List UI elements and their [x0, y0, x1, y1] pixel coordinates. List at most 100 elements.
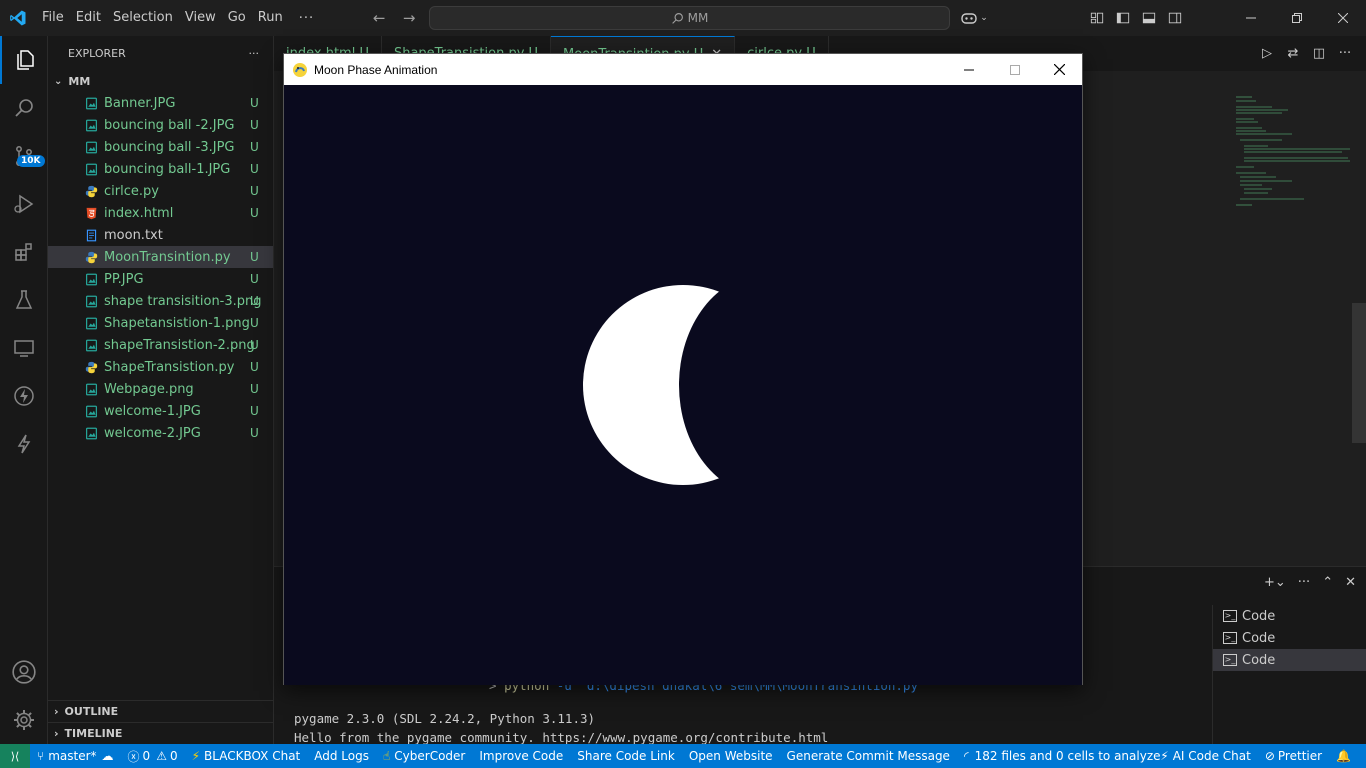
file-item[interactable]: index.html U	[48, 202, 273, 224]
restore-button[interactable]	[1274, 0, 1320, 36]
sync-icon: ☁	[101, 749, 114, 763]
remote-explorer-icon[interactable]	[0, 324, 48, 372]
file-item[interactable]: bouncing ball-1.JPG U	[48, 158, 273, 180]
menu-more[interactable]: ···	[289, 11, 324, 26]
explorer-icon[interactable]	[0, 36, 48, 84]
minimap[interactable]	[1232, 93, 1352, 213]
terminal-tab[interactable]: >_ Code	[1213, 627, 1366, 649]
menu-view[interactable]: View	[179, 0, 222, 36]
settings-gear-icon[interactable]	[0, 696, 48, 744]
outline-section[interactable]: › OUTLINE	[48, 700, 274, 722]
maximize-panel-icon[interactable]: ⌃	[1322, 575, 1333, 590]
menu-file[interactable]: File	[36, 0, 70, 36]
run-debug-icon[interactable]	[0, 180, 48, 228]
split-editor-icon[interactable]: ◫	[1306, 46, 1332, 61]
pygame-close-button[interactable]	[1036, 54, 1082, 85]
explorer-more-button[interactable]: ···	[249, 47, 260, 60]
file-item[interactable]: shape transisition-3.png U	[48, 290, 273, 312]
image-file-icon	[84, 316, 98, 330]
remote-indicator[interactable]: ⟩⟨	[0, 744, 30, 768]
menu-go[interactable]: Go	[222, 0, 252, 36]
file-item[interactable]: MoonTransintion.py U	[48, 246, 273, 268]
analyze-status[interactable]: ◜ 182 files and 0 cells to analyze	[957, 749, 1168, 763]
vscode-logo-icon	[0, 0, 36, 36]
menu-edit[interactable]: Edit	[70, 0, 107, 36]
file-item[interactable]: welcome-1.JPG U	[48, 400, 273, 422]
search-icon[interactable]	[0, 84, 48, 132]
panel-more-icon[interactable]: ···	[1298, 575, 1310, 590]
timeline-section[interactable]: › TIMELINE	[48, 722, 274, 744]
new-terminal-icon[interactable]: +⌄	[1264, 575, 1286, 590]
customize-layout-icon[interactable]	[1084, 0, 1110, 36]
share-code-link[interactable]: Share Code Link	[570, 749, 682, 763]
close-panel-icon[interactable]: ✕	[1345, 575, 1356, 590]
file-item[interactable]: Banner.JPG U	[48, 92, 273, 114]
pygame-maximize-button[interactable]	[992, 54, 1038, 85]
pygame-minimize-button[interactable]	[946, 54, 992, 85]
open-website-label: Open Website	[688, 749, 773, 763]
problems-indicator[interactable]: ⓧ 0 ⚠ 0	[121, 748, 185, 765]
improve-code-label: Improve Code	[479, 749, 564, 763]
copilot-icon[interactable]: ⌄	[954, 0, 994, 36]
menu-run[interactable]: Run	[252, 0, 289, 36]
file-item[interactable]: moon.txt	[48, 224, 273, 246]
ai-code-chat-label: AI Code Chat	[1172, 749, 1251, 763]
python-file-icon	[84, 250, 98, 264]
error-icon: ⓧ	[127, 749, 140, 764]
toggle-secondary-sidebar-icon[interactable]	[1162, 0, 1188, 36]
toggle-sidebar-icon[interactable]	[1110, 0, 1136, 36]
editor-scrollbar[interactable]	[1352, 303, 1366, 443]
html-file-icon	[84, 206, 98, 220]
file-item[interactable]: bouncing ball -3.JPG U	[48, 136, 273, 158]
back-arrow-icon[interactable]: ←	[364, 9, 394, 27]
file-item[interactable]: cirlce.py U	[48, 180, 273, 202]
open-website[interactable]: Open Website	[682, 749, 780, 763]
cybercoder[interactable]: ☝ CyberCoder	[376, 749, 472, 763]
file-name: ShapeTransistion.py	[104, 359, 235, 375]
ai-code-chat[interactable]: ⚡ AI Code Chat	[1153, 749, 1258, 763]
file-item[interactable]: Shapetansistion-1.png U	[48, 312, 273, 334]
command-center-search[interactable]: MM	[429, 6, 950, 30]
terminal-output[interactable]: pygame 2.3.0 (SDL 2.24.2, Python 3.11.3)…	[294, 709, 828, 747]
pygame-canvas[interactable]	[284, 85, 1082, 685]
image-file-icon	[84, 162, 98, 176]
terminal-tab[interactable]: >_ Code	[1213, 605, 1366, 627]
pygame-title-bar[interactable]: Moon Phase Animation	[284, 54, 1082, 85]
prettier-status[interactable]: ⊘ Prettier	[1258, 749, 1329, 763]
compare-changes-icon[interactable]: ⇄	[1280, 46, 1306, 61]
image-file-icon	[84, 338, 98, 352]
branch-indicator[interactable]: ⑂ master* ☁	[30, 749, 121, 763]
testing-flask-icon[interactable]	[0, 276, 48, 324]
terminal-tab[interactable]: >_ Code	[1213, 649, 1366, 671]
notifications-icon[interactable]: 🔔	[1329, 749, 1358, 763]
file-item[interactable]: welcome-2.JPG U	[48, 422, 273, 444]
add-logs[interactable]: Add Logs	[307, 749, 376, 763]
close-button[interactable]	[1320, 0, 1366, 36]
file-name: Banner.JPG	[104, 95, 176, 111]
terminal-list: >_ Code >_ Code >_ Code	[1212, 605, 1366, 745]
improve-code[interactable]: Improve Code	[472, 749, 570, 763]
account-icon[interactable]	[0, 648, 48, 696]
file-item[interactable]: bouncing ball -2.JPG U	[48, 114, 273, 136]
minimize-button[interactable]	[1228, 0, 1274, 36]
file-item[interactable]: shapeTransistion-2.png U	[48, 334, 273, 356]
lightning-icon[interactable]	[0, 372, 48, 420]
folder-mm[interactable]: ⌄ MM	[48, 70, 273, 92]
image-file-icon	[84, 272, 98, 286]
forward-arrow-icon[interactable]: →	[394, 9, 424, 27]
spinner-icon: ◜	[963, 749, 969, 763]
python-file-icon	[84, 184, 98, 198]
file-name: shape transisition-3.png	[104, 293, 262, 309]
file-item[interactable]: Webpage.png U	[48, 378, 273, 400]
file-item[interactable]: PP.JPG U	[48, 268, 273, 290]
blackbox-chat[interactable]: ⚡ BLACKBOX Chat	[185, 749, 308, 763]
generate-commit-message[interactable]: Generate Commit Message	[780, 749, 957, 763]
error-count: 0	[142, 749, 151, 763]
file-item[interactable]: ShapeTransistion.py U	[48, 356, 273, 378]
more-actions-icon[interactable]: ···	[1332, 46, 1358, 61]
flash-icon[interactable]	[0, 420, 48, 468]
run-python-icon[interactable]: ▷	[1254, 46, 1280, 61]
extensions-icon[interactable]	[0, 228, 48, 276]
toggle-panel-icon[interactable]	[1136, 0, 1162, 36]
menu-selection[interactable]: Selection	[107, 0, 179, 36]
